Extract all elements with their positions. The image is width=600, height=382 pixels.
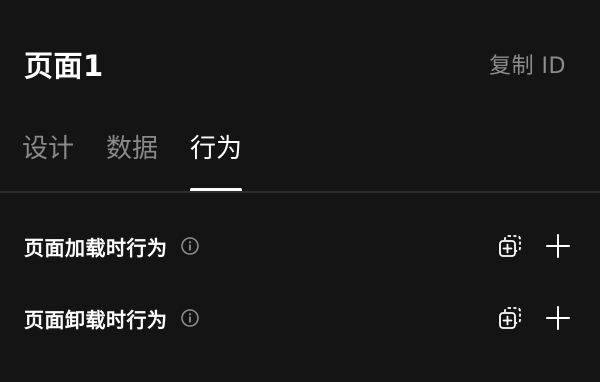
tab-bar: 设计 数据 行为 [22, 126, 274, 192]
behavior-label-page-unload: 页面卸载时行为 [24, 307, 168, 332]
copy-id-button[interactable]: 复制 ID [489, 48, 566, 80]
tab-design-label: 设计 [22, 134, 75, 164]
plus-icon[interactable] [544, 232, 572, 260]
tab-behavior[interactable]: 行为 [190, 126, 243, 192]
panel-header: 页面1 复制 ID [24, 42, 566, 86]
select-add-icon[interactable] [496, 232, 524, 260]
properties-panel: 页面1 复制 ID 设计 数据 行为 页面加载时行为 页面卸载时行为 [0, 0, 600, 382]
info-icon[interactable] [180, 236, 200, 256]
behavior-label-page-load: 页面加载时行为 [24, 235, 168, 260]
select-add-icon[interactable] [496, 304, 524, 332]
tab-data[interactable]: 数据 [106, 126, 158, 192]
tab-behavior-label: 行为 [190, 134, 243, 164]
tab-design[interactable]: 设计 [22, 126, 74, 192]
tab-divider [0, 191, 600, 193]
behavior-row-page-unload: 页面卸载时行为 [24, 298, 572, 338]
info-icon[interactable] [180, 308, 200, 328]
plus-icon[interactable] [544, 304, 572, 332]
tab-data-label: 数据 [106, 134, 159, 164]
page-title: 页面1 [24, 49, 104, 83]
behavior-row-page-load: 页面加载时行为 [24, 226, 572, 266]
